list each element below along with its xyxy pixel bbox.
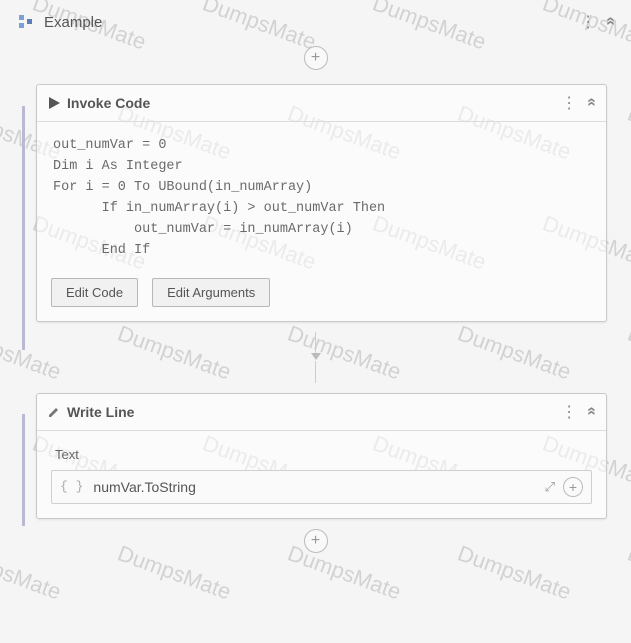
sequence-title: Example xyxy=(44,14,580,31)
sequence-menu-icon[interactable] xyxy=(580,12,596,32)
code-preview: out_numVar = 0 Dim i As Integer For i = … xyxy=(51,132,592,272)
connector-arrow xyxy=(10,322,621,393)
write-line-menu-icon[interactable] xyxy=(561,402,577,422)
add-activity-top-button[interactable]: + xyxy=(304,46,328,70)
write-line-collapse-icon[interactable] xyxy=(587,402,596,422)
write-line-title: Write Line xyxy=(67,404,561,420)
sequence-header: Example xyxy=(10,8,621,36)
text-expression-value: numVar.ToString xyxy=(93,479,544,495)
expand-expression-icon[interactable]: ⤢ xyxy=(545,479,555,495)
edit-arguments-button[interactable]: Edit Arguments xyxy=(152,278,270,307)
sequence-icon xyxy=(16,12,36,32)
write-line-activity[interactable]: Write Line Text { } numVar.ToString ⤢ + xyxy=(36,393,607,519)
edit-code-button[interactable]: Edit Code xyxy=(51,278,138,307)
activity-accent-bar xyxy=(22,106,25,350)
text-label: Text xyxy=(55,447,592,462)
pencil-icon xyxy=(47,405,61,419)
add-activity-bottom-button[interactable]: + xyxy=(304,529,328,553)
activity-accent-bar-2 xyxy=(22,414,25,526)
text-expression-input[interactable]: { } numVar.ToString ⤢ + xyxy=(51,470,592,504)
invoke-code-title: Invoke Code xyxy=(67,95,561,111)
sequence-collapse-icon[interactable] xyxy=(606,12,615,32)
invoke-code-menu-icon[interactable] xyxy=(561,93,577,113)
play-icon xyxy=(47,96,61,110)
add-expression-button[interactable]: + xyxy=(563,477,583,497)
invoke-code-activity[interactable]: Invoke Code out_numVar = 0 Dim i As Inte… xyxy=(36,84,607,322)
invoke-code-collapse-icon[interactable] xyxy=(587,93,596,113)
expression-brackets-icon: { } xyxy=(60,479,83,494)
